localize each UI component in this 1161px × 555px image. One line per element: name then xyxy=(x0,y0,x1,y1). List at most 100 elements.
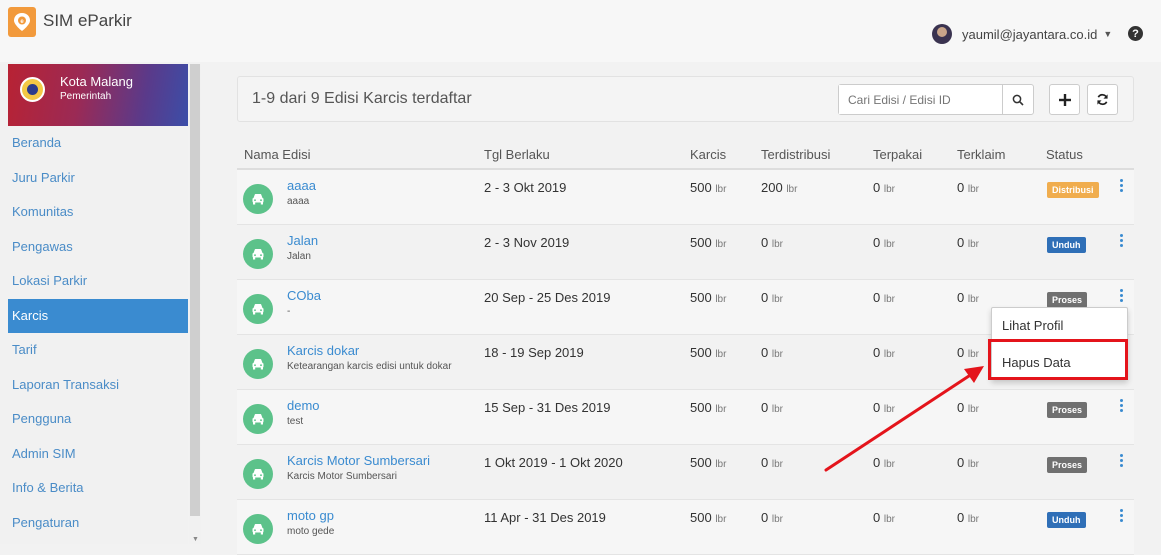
edisi-desc: aaaa xyxy=(287,196,310,207)
col-tgl-berlaku[interactable]: Tgl Berlaku xyxy=(484,147,550,162)
status-badge: Unduh xyxy=(1047,512,1086,528)
status-badge: Proses xyxy=(1047,457,1088,473)
panel-header: 1-9 dari 9 Edisi Karcis terdaftar xyxy=(237,76,1134,122)
more-options-icon[interactable] xyxy=(1117,454,1125,467)
sidebar-item-juru-parkir[interactable]: Juru Parkir xyxy=(8,161,188,196)
menu-item-lihat-profil[interactable]: Lihat Profil xyxy=(1002,318,1063,333)
sidebar: Kota Malang Pemerintah Beranda Juru Park… xyxy=(0,64,188,544)
sidebar-scrollbar-thumb[interactable] xyxy=(190,64,200,516)
org-name: Kota Malang xyxy=(60,74,133,89)
car-icon xyxy=(243,349,273,379)
car-icon xyxy=(243,294,273,324)
col-terdistribusi[interactable]: Terdistribusi xyxy=(761,147,830,162)
col-status[interactable]: Status xyxy=(1046,147,1083,162)
status-badge: Unduh xyxy=(1047,237,1086,253)
app-logo-icon[interactable]: e xyxy=(8,7,36,37)
avatar xyxy=(932,24,952,44)
table-row[interactable]: Jalan Jalan 2 - 3 Nov 2019 500 lbr 0 lbr 0 lb… xyxy=(237,225,1134,280)
more-options-icon[interactable] xyxy=(1117,179,1125,192)
terdistribusi-count: 0 lbr xyxy=(761,290,783,305)
result-count: 1-9 dari 9 Edisi Karcis terdaftar xyxy=(252,90,472,107)
user-email: yaumil@jayantara.co.id xyxy=(962,26,1098,42)
karcis-count: 500 lbr xyxy=(690,455,727,470)
org-subtitle: Pemerintah xyxy=(60,91,112,102)
col-karcis[interactable]: Karcis xyxy=(690,147,726,162)
search-button[interactable] xyxy=(1002,85,1033,114)
car-icon xyxy=(243,239,273,269)
plus-icon xyxy=(1058,93,1071,106)
karcis-count: 500 lbr xyxy=(690,290,727,305)
user-menu[interactable]: yaumil@jayantara.co.id ▼ xyxy=(932,24,1112,44)
terpakai-count: 0 lbr xyxy=(873,290,895,305)
more-options-icon[interactable] xyxy=(1117,234,1125,247)
more-options-icon[interactable] xyxy=(1117,509,1125,522)
karcis-count: 500 lbr xyxy=(690,510,727,525)
more-options-icon[interactable] xyxy=(1117,399,1125,412)
scroll-down-icon[interactable]: ▼ xyxy=(192,536,199,543)
more-options-icon[interactable] xyxy=(1117,289,1125,302)
status-badge: Proses xyxy=(1047,402,1088,418)
terdistribusi-count: 0 lbr xyxy=(761,510,783,525)
sidebar-nav: Beranda Juru Parkir Komunitas Pengawas L… xyxy=(8,126,188,540)
terpakai-count: 0 lbr xyxy=(873,235,895,250)
karcis-count: 500 lbr xyxy=(690,180,727,195)
sidebar-item-karcis[interactable]: Karcis xyxy=(8,298,188,333)
terpakai-count: 0 lbr xyxy=(873,510,895,525)
add-button[interactable] xyxy=(1049,84,1080,115)
tgl-berlaku: 1 Okt 2019 - 1 Okt 2020 xyxy=(484,455,623,470)
car-icon xyxy=(243,459,273,489)
col-terpakai[interactable]: Terpakai xyxy=(873,147,922,162)
edisi-desc: - xyxy=(287,306,291,317)
tgl-berlaku: 20 Sep - 25 Des 2019 xyxy=(484,290,611,305)
org-logo-icon xyxy=(20,77,45,102)
edisi-name[interactable]: Jalan xyxy=(287,233,318,248)
help-icon[interactable]: ? xyxy=(1128,26,1143,41)
sidebar-item-komunitas[interactable]: Komunitas xyxy=(8,195,188,230)
top-bar: e SIM eParkir yaumil@jayantara.co.id ▼ ? xyxy=(0,0,1161,62)
sidebar-item-tarif[interactable]: Tarif xyxy=(8,333,188,368)
terklaim-count: 0 lbr xyxy=(957,180,979,195)
terdistribusi-count: 0 lbr xyxy=(761,345,783,360)
terpakai-count: 0 lbr xyxy=(873,345,895,360)
tgl-berlaku: 18 - 19 Sep 2019 xyxy=(484,345,584,360)
sidebar-item-beranda[interactable]: Beranda xyxy=(8,126,188,161)
table-row[interactable]: demo test 15 Sep - 31 Des 2019 500 lbr 0 lbr… xyxy=(237,390,1134,445)
karcis-count: 500 lbr xyxy=(690,235,727,250)
sidebar-item-laporan-transaksi[interactable]: Laporan Transaksi xyxy=(8,368,188,403)
edisi-desc: moto gede xyxy=(287,526,335,537)
terklaim-count: 0 lbr xyxy=(957,510,979,525)
edisi-desc: Karcis Motor Sumbersari xyxy=(287,471,398,482)
edisi-name[interactable]: Karcis dokar xyxy=(287,343,359,358)
col-terklaim[interactable]: Terklaim xyxy=(957,147,1005,162)
edisi-desc: Jalan xyxy=(287,251,311,262)
terklaim-count: 0 lbr xyxy=(957,235,979,250)
sidebar-item-pengawas[interactable]: Pengawas xyxy=(8,230,188,265)
app-title[interactable]: SIM eParkir xyxy=(43,11,132,31)
car-icon xyxy=(243,514,273,544)
col-nama-edisi[interactable]: Nama Edisi xyxy=(244,147,310,162)
table-row[interactable]: aaaa aaaa 2 - 3 Okt 2019 500 lbr 200 lbr 0 lb… xyxy=(237,170,1134,225)
status-badge: Distribusi xyxy=(1047,182,1099,198)
terklaim-count: 0 lbr xyxy=(957,400,979,415)
terklaim-count: 0 lbr xyxy=(957,345,979,360)
sidebar-item-lokasi-parkir[interactable]: Lokasi Parkir xyxy=(8,264,188,299)
terdistribusi-count: 200 lbr xyxy=(761,180,798,195)
edisi-desc: Ketearangan karcis edisi untuk dokar xyxy=(287,361,452,372)
status-badge: Proses xyxy=(1047,292,1088,308)
refresh-button[interactable] xyxy=(1087,84,1118,115)
sidebar-item-admin-sim[interactable]: Admin SIM xyxy=(8,437,188,472)
edisi-name[interactable]: COba xyxy=(287,288,321,303)
table-row[interactable]: Karcis Motor Sumbersari Karcis Motor Sumb… xyxy=(237,445,1134,500)
sidebar-item-pengguna[interactable]: Pengguna xyxy=(8,402,188,437)
edisi-desc: test xyxy=(287,416,304,427)
sidebar-item-info-berita[interactable]: Info & Berita xyxy=(8,471,188,506)
edisi-name[interactable]: Karcis Motor Sumbersari xyxy=(287,453,430,468)
terklaim-count: 0 lbr xyxy=(957,290,979,305)
edisi-name[interactable]: demo xyxy=(287,398,320,413)
refresh-icon xyxy=(1097,93,1108,106)
table-row[interactable]: moto gp moto gede 11 Apr - 31 Des 2019 500 … xyxy=(237,500,1134,555)
edisi-name[interactable]: moto gp xyxy=(287,508,334,523)
search-input[interactable] xyxy=(839,85,999,114)
edisi-name[interactable]: aaaa xyxy=(287,178,316,193)
sidebar-item-pengaturan[interactable]: Pengaturan xyxy=(8,506,188,541)
